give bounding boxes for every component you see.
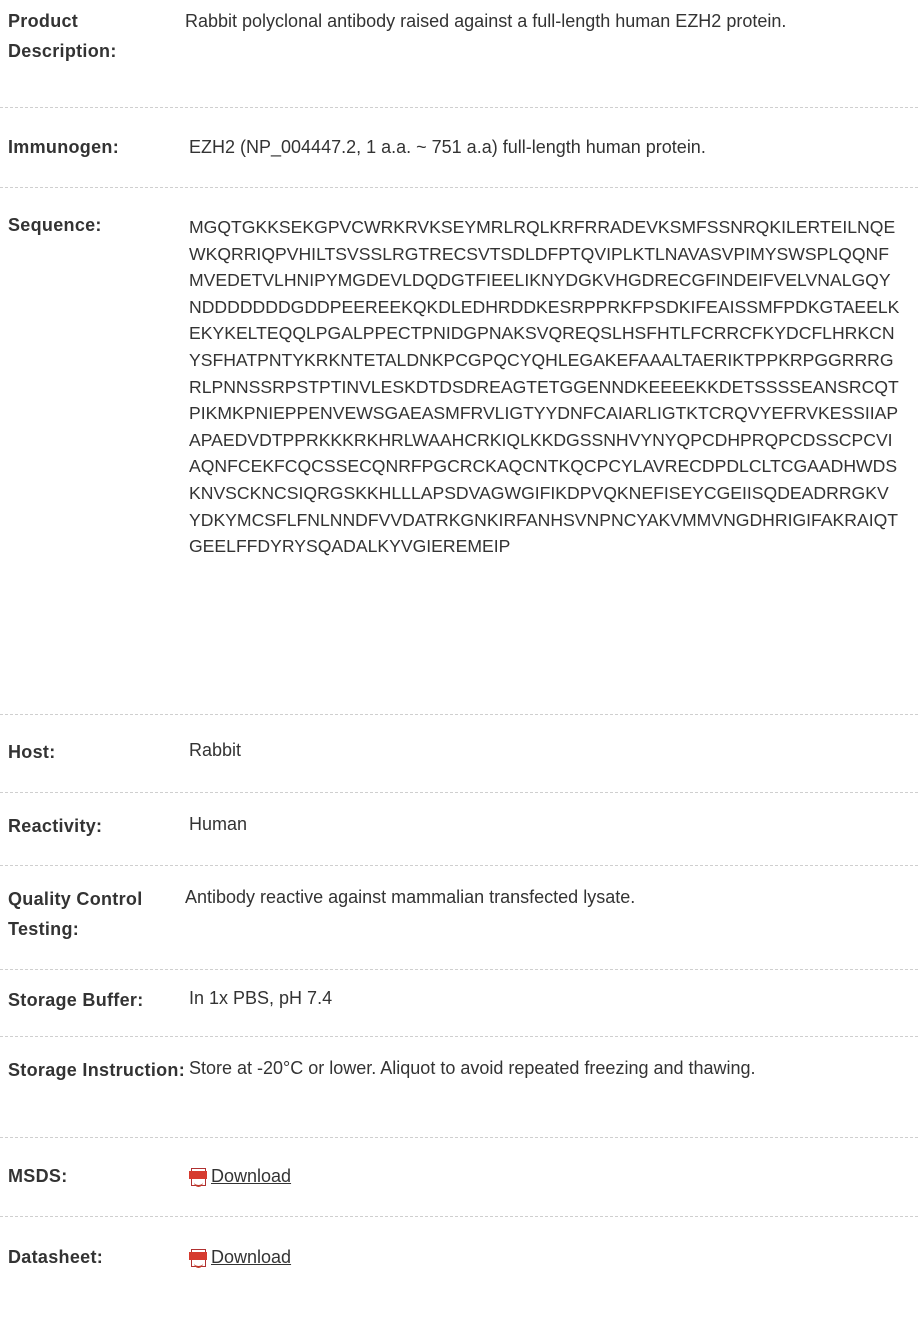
spec-row-datasheet: Datasheet: Download [0,1217,918,1333]
product-spec-table: Product Description: Rabbit polyclonal a… [0,0,918,1333]
spec-label: Product Description: [8,11,117,61]
spec-label: Reactivity: [8,816,103,836]
spec-label: Quality Control Testing: [8,889,143,939]
spec-row-product-description: Product Description: Rabbit polyclonal a… [0,0,918,108]
spec-label: Storage Buffer: [8,990,144,1010]
spec-value: Human [189,814,248,834]
spec-label: Datasheet: [8,1247,104,1267]
spec-label: MSDS: [8,1166,68,1186]
datasheet-download-link[interactable]: Download [211,1247,291,1267]
spec-value: Antibody reactive against mammalian tran… [185,887,636,907]
pdf-icon[interactable] [189,1165,209,1187]
spec-row-immunogen: Immunogen: EZH2 (NP_004447.2, 1 a.a. ~ 7… [0,108,918,188]
spec-row-msds: MSDS: Download [0,1138,918,1217]
spec-value: In 1x PBS, pH 7.4 [189,988,333,1008]
spec-value: Rabbit [189,740,242,760]
spec-row-storage-buffer: Storage Buffer: In 1x PBS, pH 7.4 [0,970,918,1037]
spec-row-quality-control: Quality Control Testing: Antibody reacti… [0,866,918,970]
pdf-icon[interactable] [189,1246,209,1268]
spec-row-storage-instruction: Storage Instruction: Store at -20°C or l… [0,1037,918,1138]
msds-download-link[interactable]: Download [211,1166,291,1186]
spec-value: Download [189,1246,918,1333]
spec-value: Download [189,1165,918,1216]
spec-label: Host: [8,742,56,762]
spec-label: Storage Instruction: [8,1060,186,1080]
spec-label: Sequence: [8,215,102,235]
spec-row-host: Host: Rabbit [0,715,918,793]
spec-label: Immunogen: [8,137,119,157]
spec-value: EZH2 (NP_004447.2, 1 a.a. ~ 751 a.a) ful… [189,137,706,157]
spec-row-sequence: Sequence: MGQTGKKSEKGPVCWRKRVKSEYMRLRQLK… [0,188,918,715]
sequence-text: MGQTGKKSEKGPVCWRKRVKSEYMRLRQLKRFRRADEVKS… [189,217,900,557]
spec-row-reactivity: Reactivity: Human [0,793,918,866]
spec-value: Rabbit polyclonal antibody raised agains… [185,11,787,31]
spec-value: Store at -20°C or lower. Aliquot to avoi… [189,1058,756,1078]
